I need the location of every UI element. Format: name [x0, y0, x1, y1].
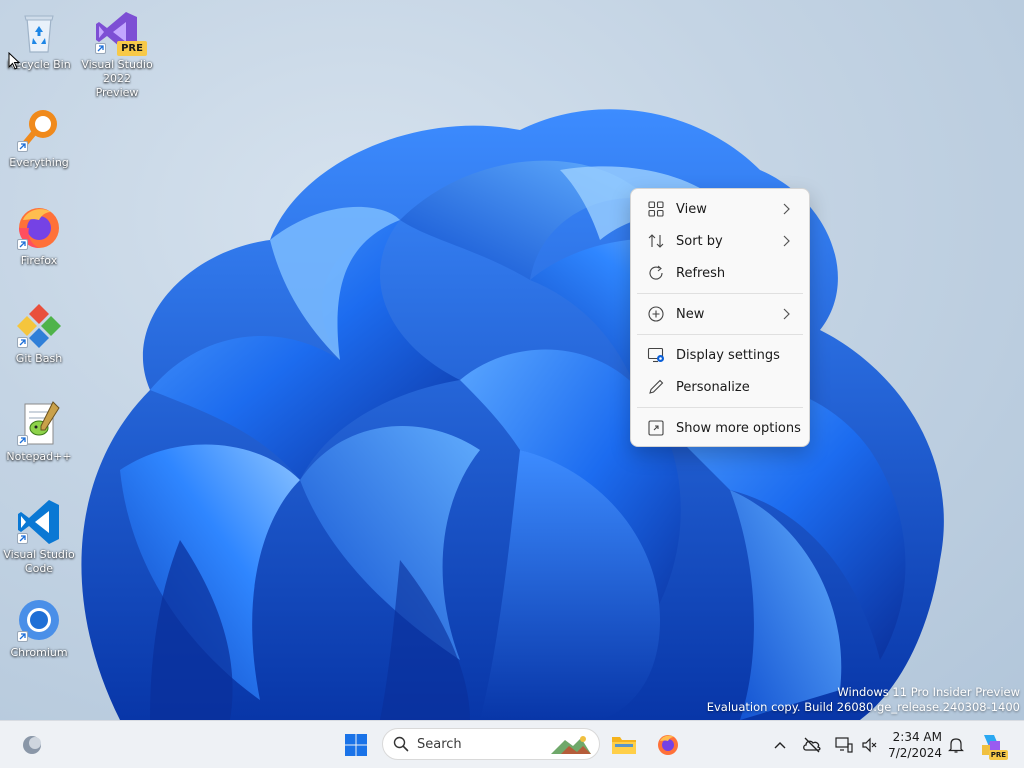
- taskbar-search[interactable]: Search: [382, 728, 600, 760]
- desktop-icon-label: Notepad++: [6, 450, 72, 463]
- sort-icon: [648, 234, 664, 248]
- search-highlight-illustration-icon: [551, 736, 591, 754]
- weather-widget-icon: [23, 736, 41, 754]
- visual-studio-preview-icon: PRE: [93, 8, 147, 56]
- pen-icon: [649, 379, 664, 394]
- desktop-icon-label: Firefox: [20, 254, 58, 267]
- volume-muted-icon[interactable]: [860, 735, 880, 755]
- watermark-build: Evaluation copy. Build 26080.ge_release.…: [706, 700, 1020, 714]
- menu-item-show-more-options[interactable]: Show more options: [635, 412, 805, 444]
- shortcut-arrow-icon: [17, 631, 28, 642]
- menu-item-display-settings[interactable]: Display settings: [635, 339, 805, 371]
- mouse-cursor-icon: [8, 52, 20, 70]
- chevron-up-icon[interactable]: [770, 735, 790, 755]
- desktop-context-menu: View Sort by Refresh New Display setting…: [630, 188, 810, 447]
- desktop-icon-label: Everything: [9, 156, 69, 169]
- more-options-icon: [648, 420, 664, 436]
- windows-watermark: Windows 11 Pro Insider Preview Evaluatio…: [707, 685, 1020, 715]
- firefox-icon: [658, 735, 678, 755]
- desktop-icon-firefox[interactable]: Firefox: [1, 204, 77, 268]
- chevron-right-icon: [783, 308, 790, 320]
- refresh-icon: [649, 265, 663, 280]
- menu-item-view[interactable]: View: [635, 193, 805, 225]
- bloom-wallpaper: [81, 109, 944, 720]
- taskbar-firefox[interactable]: [650, 727, 686, 763]
- desktop-icon-chromium[interactable]: Chromium: [1, 596, 77, 660]
- chevron-right-icon: [783, 203, 790, 215]
- menu-item-label: Refresh: [676, 265, 726, 281]
- desktop-icon-label-line1: Visual Studio: [81, 58, 153, 71]
- menu-item-refresh[interactable]: Refresh: [635, 257, 805, 289]
- clock-date: 7/2/2024: [888, 746, 942, 760]
- widgets-button[interactable]: [14, 727, 50, 763]
- pre-badge: PRE: [117, 41, 147, 56]
- shortcut-arrow-icon: [17, 141, 28, 152]
- menu-item-label: Sort by: [676, 233, 723, 249]
- taskbar-clock[interactable]: 2:34 AM 7/2/2024: [880, 729, 942, 761]
- vscode-icon: [15, 498, 63, 546]
- search-icon: [393, 736, 409, 752]
- desktop-icon-label-line2: Code: [24, 562, 54, 575]
- plus-circle-icon: [648, 306, 664, 322]
- shortcut-arrow-icon: [17, 337, 28, 348]
- desktop-icon-label-line2: 2022 Preview: [95, 72, 139, 99]
- menu-item-label: New: [676, 306, 705, 322]
- copilot-button[interactable]: PRE: [978, 731, 1008, 760]
- desktop-icon-label: Git Bash: [15, 352, 63, 365]
- menu-item-label: Show more options: [676, 420, 801, 436]
- taskbar: Search 2:34 AM 7/2/2024 PRE: [0, 720, 1024, 768]
- clock-time: 2:34 AM: [892, 730, 942, 744]
- firefox-icon: [15, 204, 63, 252]
- menu-item-label: View: [676, 201, 707, 217]
- menu-item-label: Display settings: [676, 347, 780, 363]
- chevron-right-icon: [783, 235, 790, 247]
- pre-badge: PRE: [988, 750, 1008, 760]
- desktop-icon-label: Chromium: [10, 646, 68, 659]
- desktop-icon-label-line1: Visual Studio: [3, 548, 75, 561]
- recycle-bin-icon: [15, 8, 63, 56]
- desktop[interactable]: Recycle Bin PRE Visual Studio 2022 Previ…: [0, 0, 1024, 720]
- shortcut-arrow-icon: [95, 43, 106, 54]
- desktop-icon-git-bash[interactable]: Git Bash: [1, 302, 77, 366]
- menu-separator: [637, 407, 803, 408]
- notification-bell-icon[interactable]: [946, 735, 966, 755]
- menu-item-label: Personalize: [676, 379, 750, 395]
- taskbar-file-explorer[interactable]: [606, 727, 642, 763]
- folder-icon: [612, 737, 636, 754]
- chromium-icon: [15, 596, 63, 644]
- git-bash-icon: [15, 302, 63, 350]
- display-settings-icon: [647, 347, 664, 363]
- windows-logo-icon: [345, 734, 367, 756]
- desktop-icon-everything[interactable]: Everything: [1, 106, 77, 170]
- everything-search-icon: [15, 106, 63, 154]
- menu-item-new[interactable]: New: [635, 298, 805, 330]
- desktop-icon-visual-studio-preview[interactable]: PRE Visual Studio 2022 Preview: [79, 8, 155, 100]
- menu-item-sort-by[interactable]: Sort by: [635, 225, 805, 257]
- notepad-plus-plus-icon: [15, 400, 63, 448]
- network-icon[interactable]: [834, 735, 854, 755]
- shortcut-arrow-icon: [17, 239, 28, 250]
- watermark-edition: Windows 11 Pro Insider Preview: [837, 685, 1020, 699]
- menu-separator: [637, 293, 803, 294]
- grid-view-icon: [648, 201, 664, 217]
- shortcut-arrow-icon: [17, 533, 28, 544]
- shortcut-arrow-icon: [17, 435, 28, 446]
- search-placeholder: Search: [417, 736, 462, 752]
- desktop-icon-vscode[interactable]: Visual Studio Code: [1, 498, 77, 576]
- desktop-icon-notepad-plus-plus[interactable]: Notepad++: [1, 400, 77, 464]
- start-button[interactable]: [338, 727, 374, 763]
- menu-separator: [637, 334, 803, 335]
- onedrive-offline-icon[interactable]: [802, 735, 822, 755]
- menu-item-personalize[interactable]: Personalize: [635, 371, 805, 403]
